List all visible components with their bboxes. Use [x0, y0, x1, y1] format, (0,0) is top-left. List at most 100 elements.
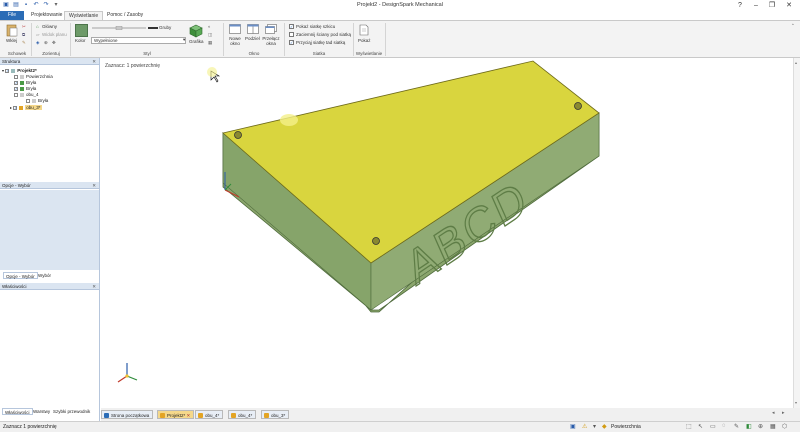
- doctab-project2[interactable]: Projekt2* ✕: [157, 410, 195, 419]
- orientation-icon[interactable]: ⬡: [782, 423, 787, 430]
- options-title: Opcje - Wybór: [2, 183, 31, 188]
- group-orient: Zorientuj: [42, 51, 60, 56]
- doctab-obu3[interactable]: obu_3*: [261, 410, 290, 419]
- group-clipboard: Schowek: [7, 51, 27, 56]
- face-filter-icon: ◆: [602, 424, 607, 430]
- graphics-cube-icon[interactable]: [189, 24, 203, 38]
- shade-faces-checkbox[interactable]: [289, 32, 294, 37]
- line-weight-thin-icon[interactable]: [92, 26, 146, 30]
- options-pin-icon[interactable]: ✕: [92, 182, 96, 189]
- view-triad-icon[interactable]: [115, 358, 141, 386]
- color-swatch-icon[interactable]: [75, 24, 88, 37]
- viewport[interactable]: Zaznacz: 1 powierzchnię ABCD: [101, 58, 793, 408]
- new-window-button[interactable]: Nowe okno: [227, 36, 243, 46]
- close-button[interactable]: ✕: [781, 0, 797, 11]
- selection-filter-value[interactable]: Powierzchnia: [611, 424, 641, 430]
- rotate-icon[interactable]: ◈: [36, 40, 39, 46]
- switch-windows-icon[interactable]: [265, 24, 277, 34]
- pan-icon[interactable]: ✥: [52, 40, 56, 46]
- new-window-icon[interactable]: [229, 24, 241, 34]
- doctab-close-icon: ✕: [186, 413, 191, 418]
- group-style: Styl: [143, 51, 151, 56]
- tree-item-solid-3[interactable]: Bryła: [26, 98, 48, 104]
- warning-icon[interactable]: ⚠: [582, 423, 587, 430]
- select-tool-icon[interactable]: ⬚: [686, 423, 692, 430]
- graphics-button[interactable]: Grafika: [189, 39, 204, 44]
- properties-panel-header: Właściwości ✕: [0, 283, 99, 290]
- lasso-icon[interactable]: ◌: [722, 423, 726, 429]
- tab-file[interactable]: File: [0, 11, 24, 20]
- snap-grid-checkbox[interactable]: ✓: [289, 40, 294, 45]
- tab-properties[interactable]: Właściwości: [2, 408, 33, 415]
- view-cube-icon[interactable]: ◧: [746, 423, 752, 430]
- tree-item-component-selected[interactable]: ▸ ✓ obu_3*: [10, 105, 42, 111]
- doctab-start-page[interactable]: Strona początkowa: [101, 410, 154, 419]
- hole-3: [574, 102, 582, 110]
- copy-icon[interactable]: ⧉: [22, 32, 25, 37]
- properties-title: Właściwości: [2, 284, 27, 289]
- zoom-icon[interactable]: ⊕: [44, 40, 48, 46]
- tab-select[interactable]: Wybór: [36, 272, 53, 279]
- split-window-button[interactable]: Podziel: [245, 36, 260, 41]
- vertical-scrollbar[interactable]: ▴ ▾: [793, 58, 800, 408]
- split-window-icon[interactable]: [247, 24, 259, 34]
- scroll-up-icon[interactable]: ▴: [795, 60, 797, 65]
- group-window: Okno: [248, 51, 260, 56]
- paste-icon[interactable]: [6, 23, 18, 37]
- tab-design[interactable]: Projektowanie: [27, 11, 66, 20]
- color-button[interactable]: Kolor: [75, 38, 86, 43]
- pointer-icon[interactable]: ↖: [698, 423, 703, 430]
- combo-arrow-icon[interactable]: ▾: [183, 37, 185, 43]
- tab-display[interactable]: Wyświetlanie: [64, 11, 104, 20]
- tab-quick-guide[interactable]: Szybki przewodnik: [51, 408, 92, 415]
- options-panel-body: [0, 190, 99, 270]
- box-select-icon[interactable]: ▭: [710, 423, 716, 430]
- line-weight-label[interactable]: Gruby: [159, 25, 171, 30]
- maximize-button[interactable]: ❐: [764, 0, 780, 11]
- switch-windows-button[interactable]: Przełącz okna: [262, 36, 280, 46]
- show-icon[interactable]: [359, 24, 369, 36]
- selection-mode-icon[interactable]: ▣: [570, 423, 576, 430]
- zoom-fit-icon[interactable]: ⊕: [758, 423, 763, 430]
- display-mode-icon[interactable]: ◐: [208, 24, 211, 29]
- properties-pin-icon[interactable]: ✕: [92, 283, 96, 290]
- model-3d[interactable]: ABCD: [101, 58, 793, 408]
- edge-display-icon[interactable]: ◫: [208, 32, 212, 38]
- structure-panel-header: Struktura ✕: [0, 58, 99, 65]
- tab-scroll-right-icon[interactable]: ▸: [782, 410, 785, 416]
- show-sketch-grid-checkbox[interactable]: ✓: [289, 24, 294, 29]
- filter-icon[interactable]: ▾: [593, 423, 596, 430]
- tab-layers[interactable]: Warstwy: [31, 408, 52, 415]
- minimize-button[interactable]: –: [748, 0, 764, 11]
- plane-view-button[interactable]: Widok planu: [42, 32, 67, 37]
- line-style-combo[interactable]: Wypełnione: [91, 37, 186, 44]
- scroll-down-icon[interactable]: ▾: [795, 400, 797, 405]
- home-view-button[interactable]: Główny: [42, 24, 57, 29]
- structure-pin-icon[interactable]: ✕: [92, 58, 96, 65]
- home-icon: ⌂: [36, 24, 39, 29]
- doctab-obu4-a[interactable]: obu_4*: [195, 410, 224, 419]
- grid-toggle-icon[interactable]: ▦: [770, 423, 776, 430]
- tab-help[interactable]: Pomoc / Zasoby: [103, 11, 147, 20]
- line-weight-thick-icon: [148, 27, 158, 29]
- cut-icon[interactable]: ✂: [22, 24, 26, 30]
- window-title: Projekt2 - DesignSpark Mechanical: [357, 2, 443, 8]
- selection-highlight: [280, 114, 298, 126]
- format-painter-icon[interactable]: ✎: [22, 40, 26, 46]
- hole-2: [372, 237, 380, 245]
- paste-button[interactable]: Wklej: [6, 38, 17, 43]
- paint-select-icon[interactable]: ✎: [734, 423, 739, 430]
- help-icon[interactable]: ?: [732, 0, 748, 11]
- tab-options-select[interactable]: Opcje - Wybór: [3, 272, 38, 279]
- collapse-ribbon-icon[interactable]: ⌃: [791, 23, 795, 29]
- status-bar: Zaznacz 1 powierzchnię ▣ ⚠ ▾ ◆ Powierzch…: [0, 421, 800, 432]
- snap-grid-label: Przyciąj siatkę tad siatką: [296, 40, 346, 45]
- doctab-obu4-b[interactable]: obu_4*: [228, 410, 257, 419]
- structure-title: Struktura: [2, 59, 21, 64]
- hole-1: [234, 131, 242, 139]
- status-message: Zaznacz 1 powierzchnię: [3, 424, 57, 430]
- tab-scroll-left-icon[interactable]: ◂: [772, 410, 775, 416]
- show-button[interactable]: Pokaż: [358, 38, 371, 43]
- ribbon-tabs: File Projektowanie Wyświetlanie Pomoc / …: [0, 11, 800, 20]
- transparency-icon[interactable]: ▦: [208, 40, 212, 46]
